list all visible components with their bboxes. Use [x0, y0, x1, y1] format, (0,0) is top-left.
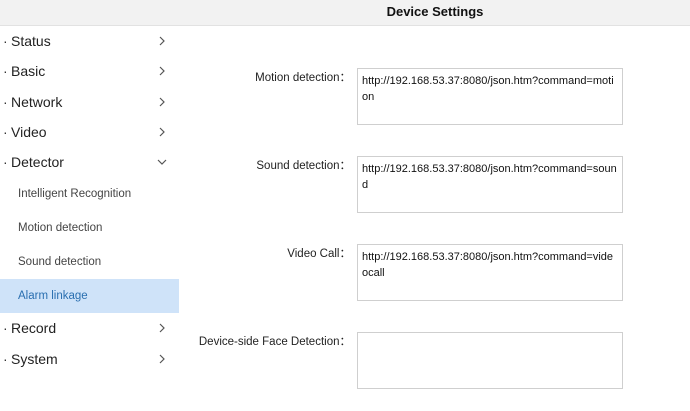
sound-detection-url-field[interactable]: http://192.168.53.37:8080/json.htm?comma… [357, 156, 623, 213]
sidebar-item-status[interactable]: · Status [0, 26, 179, 56]
sidebar-item-detector[interactable]: · Detector [0, 147, 179, 178]
bullet-icon: · [3, 93, 8, 110]
sidebar-subitem-label: Sound detection [18, 256, 102, 269]
bullet-icon: · [3, 63, 8, 80]
detector-submenu: Intelligent Recognition Motion detection… [0, 177, 179, 314]
sidebar-item-system[interactable]: · System [0, 344, 179, 374]
bullet-icon: · [3, 154, 8, 171]
sidebar-subitem-sound-detection[interactable]: Sound detection [0, 245, 179, 279]
sidebar-item-label: Network [11, 93, 63, 110]
motion-detection-label: Motion detection： [255, 72, 351, 84]
sidebar-item-label: System [11, 350, 58, 367]
bullet-icon: · [3, 33, 8, 50]
chevron-right-icon [159, 127, 165, 137]
page-title: Device Settings [386, 4, 484, 19]
chevron-down-icon [157, 159, 167, 165]
bullet-icon: · [3, 350, 8, 367]
face-detection-url-field[interactable] [357, 332, 623, 389]
sound-detection-label: Sound detection： [256, 160, 351, 172]
sidebar-item-label: Detector [11, 154, 64, 171]
sidebar-subitem-label: Motion detection [18, 222, 103, 235]
sidebar-item-basic[interactable]: · Basic [0, 56, 179, 86]
sidebar-item-record[interactable]: · Record [0, 313, 179, 343]
sidebar: · Status · Basic · Network · Video · Det… [0, 26, 179, 411]
sidebar-item-label: Video [11, 123, 47, 140]
sidebar-subitem-label: Intelligent Recognition [18, 188, 132, 201]
chevron-right-icon [159, 323, 165, 333]
sidebar-item-label: Status [11, 33, 51, 50]
chevron-right-icon [159, 97, 165, 107]
sidebar-subitem-alarm-linkage[interactable]: Alarm linkage [0, 279, 179, 314]
face-detection-label: Device-side Face Detection： [198, 336, 351, 348]
bullet-icon: · [3, 320, 8, 337]
header-bar: Device Settings [0, 0, 690, 26]
chevron-right-icon [159, 354, 165, 364]
bullet-icon: · [3, 123, 8, 140]
video-call-label: Video Call： [287, 248, 351, 260]
sidebar-subitem-motion-detection[interactable]: Motion detection [0, 211, 179, 245]
sidebar-item-video[interactable]: · Video [0, 117, 179, 147]
video-call-url-field[interactable]: http://192.168.53.37:8080/json.htm?comma… [357, 244, 623, 301]
sidebar-subitem-intelligent-recognition[interactable]: Intelligent Recognition [0, 177, 179, 211]
chevron-right-icon [159, 36, 165, 46]
alarm-linkage-panel: Motion detection： http://192.168.53.37:8… [179, 26, 690, 411]
sidebar-subitem-label: Alarm linkage [18, 290, 88, 303]
sidebar-item-label: Record [11, 320, 57, 337]
sidebar-item-label: Basic [11, 63, 46, 80]
motion-detection-url-field[interactable]: http://192.168.53.37:8080/json.htm?comma… [357, 68, 623, 125]
chevron-right-icon [159, 66, 165, 76]
sidebar-item-network[interactable]: · Network [0, 87, 179, 117]
